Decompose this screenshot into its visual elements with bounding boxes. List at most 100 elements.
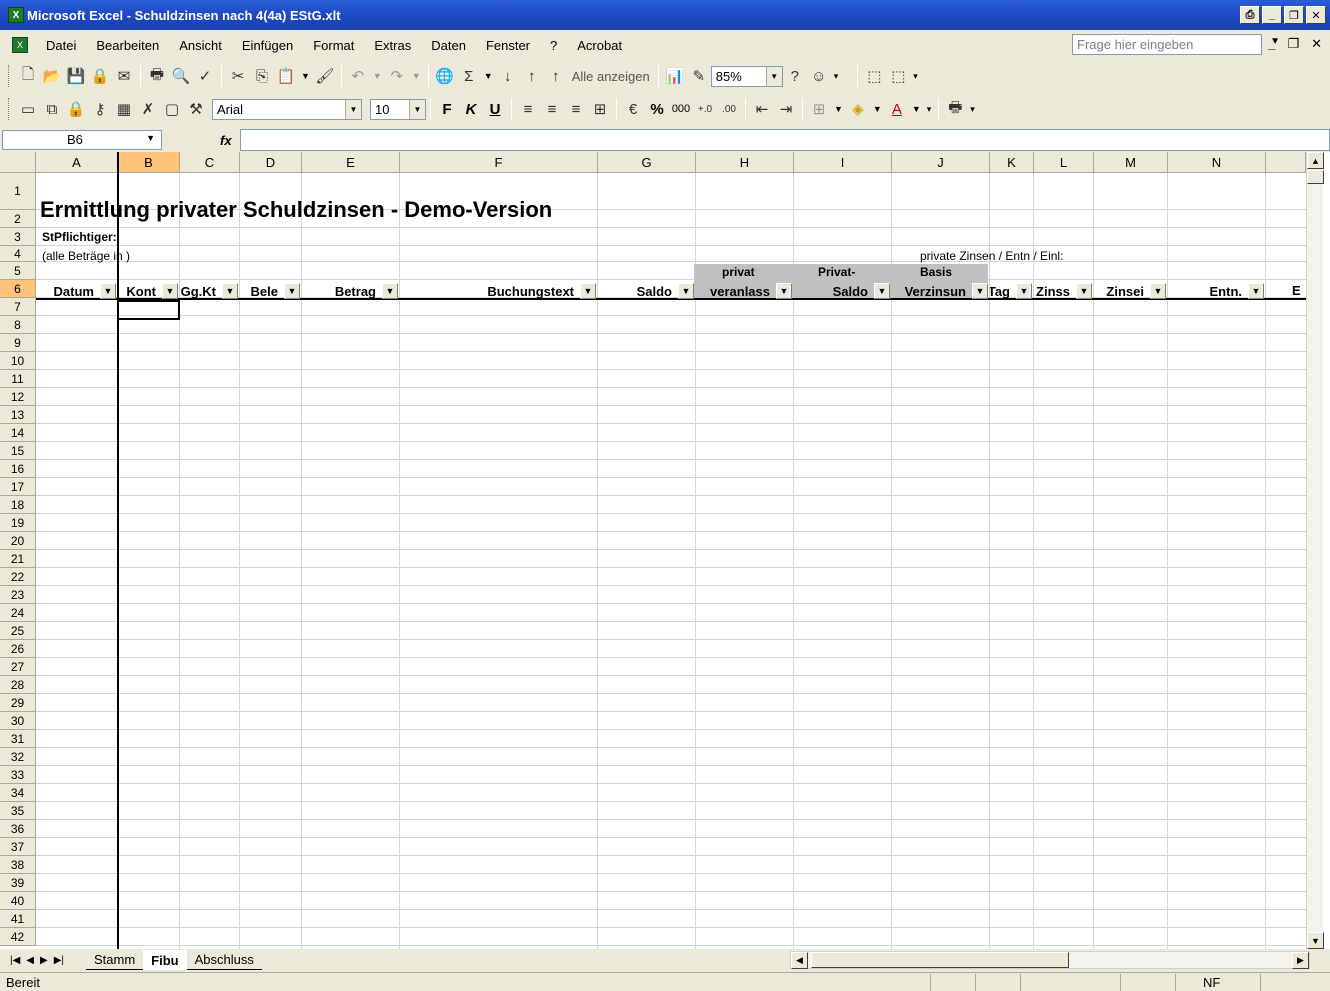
- save-icon[interactable]: 💾: [64, 64, 88, 88]
- row-header-19[interactable]: 19: [0, 514, 36, 532]
- row-header-3[interactable]: 3: [0, 228, 36, 246]
- cell-area[interactable]: Ermittlung privater Schuldzinsen - Demo-…: [36, 173, 1306, 949]
- new-icon[interactable]: 🗋: [16, 64, 40, 88]
- row-header-16[interactable]: 16: [0, 460, 36, 478]
- print-dropdown-icon[interactable]: ▾: [970, 104, 975, 115]
- form-icon[interactable]: ▭: [16, 97, 40, 121]
- tools-icon[interactable]: ⚒: [184, 97, 208, 121]
- italic-button[interactable]: K: [459, 97, 483, 121]
- row-header-26[interactable]: 26: [0, 640, 36, 658]
- drawing-icon[interactable]: ✎: [687, 64, 711, 88]
- autosum-icon[interactable]: Σ: [457, 64, 481, 88]
- scroll-right-icon[interactable]: ▶: [1292, 952, 1309, 969]
- fill-color-icon[interactable]: ◈: [846, 97, 870, 121]
- close-button[interactable]: ✕: [1306, 6, 1326, 24]
- align-right-icon[interactable]: ≡: [564, 97, 588, 121]
- underline-button[interactable]: U: [483, 97, 507, 121]
- hyperlink-icon[interactable]: 🌐: [433, 64, 457, 88]
- menu-help[interactable]: ?: [540, 38, 567, 53]
- autofilter-dropdown-icon[interactable]: ▼: [678, 283, 694, 299]
- fx-icon[interactable]: fx: [220, 133, 232, 148]
- cut-icon[interactable]: ✂: [226, 64, 250, 88]
- column-header-m[interactable]: M: [1094, 152, 1168, 173]
- sort-ascending-icon[interactable]: ↓: [496, 64, 520, 88]
- chevron-down-icon[interactable]: ▼: [146, 133, 155, 143]
- header-cell-overflow[interactable]: E: [1292, 283, 1301, 298]
- increase-decimal-icon[interactable]: +.0: [693, 97, 717, 121]
- name-box[interactable]: B6 ▼: [2, 130, 162, 150]
- row-header-4[interactable]: 4: [0, 246, 36, 262]
- row-header-13[interactable]: 13: [0, 406, 36, 424]
- undo-icon[interactable]: ↶: [346, 64, 370, 88]
- autofilter-dropdown-icon[interactable]: ▼: [100, 283, 116, 299]
- smiley-icon[interactable]: ☺: [807, 64, 831, 88]
- email-icon[interactable]: ✉: [112, 64, 136, 88]
- first-sheet-icon[interactable]: |◀: [10, 955, 20, 966]
- autofilter-dropdown-icon[interactable]: ▼: [776, 283, 792, 299]
- last-sheet-icon[interactable]: ▶|: [54, 955, 64, 966]
- redo-dropdown-icon[interactable]: ▼: [412, 71, 421, 81]
- row-header-9[interactable]: 9: [0, 334, 36, 352]
- row-header-23[interactable]: 23: [0, 586, 36, 604]
- row-header-7[interactable]: 7: [0, 298, 36, 316]
- borders-icon[interactable]: ⊞: [807, 97, 831, 121]
- tab-stamm[interactable]: Stamm: [86, 950, 144, 970]
- show-all-icon[interactable]: ↑: [544, 64, 568, 88]
- font-color-dropdown-icon[interactable]: ▼: [912, 104, 921, 114]
- row-header-42[interactable]: 42: [0, 928, 36, 946]
- align-center-icon[interactable]: ≡: [540, 97, 564, 121]
- format-painter-icon[interactable]: 🖌: [313, 64, 337, 88]
- row-header-40[interactable]: 40: [0, 892, 36, 910]
- merge-center-icon[interactable]: ⊞: [588, 97, 612, 121]
- copy-icon[interactable]: ⎘: [250, 64, 274, 88]
- formula-input[interactable]: [240, 129, 1330, 151]
- column-header-a[interactable]: A: [36, 152, 118, 173]
- row-header-10[interactable]: 10: [0, 352, 36, 370]
- align-left-icon[interactable]: ≡: [516, 97, 540, 121]
- spellcheck-icon[interactable]: ✓: [193, 64, 217, 88]
- help-icon[interactable]: ?: [783, 64, 807, 88]
- workbook-icon[interactable]: X: [12, 37, 28, 53]
- row-header-25[interactable]: 25: [0, 622, 36, 640]
- row-header-1[interactable]: 1: [0, 173, 36, 210]
- header-privat-saldo-top[interactable]: Privat-: [818, 265, 855, 279]
- bold-button[interactable]: F: [435, 97, 459, 121]
- horizontal-scroll-thumb[interactable]: [811, 952, 1069, 968]
- autofilter-dropdown-icon[interactable]: ▼: [1016, 283, 1032, 299]
- autofilter-dropdown-icon[interactable]: ▼: [382, 283, 398, 299]
- permission-icon[interactable]: 🔒: [88, 64, 112, 88]
- tab-fibu[interactable]: Fibu: [143, 950, 187, 970]
- undo-dropdown-icon[interactable]: ▼: [373, 71, 382, 81]
- header-privat[interactable]: privat: [722, 265, 755, 279]
- row-header-22[interactable]: 22: [0, 568, 36, 586]
- autosum-dropdown-icon[interactable]: ▼: [484, 71, 493, 81]
- autofilter-dropdown-icon[interactable]: ▼: [1076, 283, 1092, 299]
- row-header-27[interactable]: 27: [0, 658, 36, 676]
- menu-fenster[interactable]: Fenster: [476, 38, 540, 53]
- row-header-2[interactable]: 2: [0, 210, 36, 228]
- row-header-21[interactable]: 21: [0, 550, 36, 568]
- header-basis[interactable]: Basis: [920, 265, 952, 279]
- row-header-31[interactable]: 31: [0, 730, 36, 748]
- scroll-down-icon[interactable]: ▼: [1307, 932, 1324, 949]
- pdf-email-icon[interactable]: ⬚: [886, 64, 910, 88]
- active-cell[interactable]: [117, 300, 180, 320]
- options-dropdown-icon[interactable]: ▾: [834, 71, 839, 82]
- increase-indent-icon[interactable]: ⇥: [774, 97, 798, 121]
- font-select[interactable]: Arial ▼: [212, 98, 362, 120]
- menu-format[interactable]: Format: [303, 38, 364, 53]
- row-header-36[interactable]: 36: [0, 820, 36, 838]
- doc-restore-button[interactable]: ❐: [1287, 36, 1299, 52]
- header-cell-f[interactable]: Buchungstext: [400, 282, 598, 300]
- row-header-41[interactable]: 41: [0, 910, 36, 928]
- menu-ansicht[interactable]: Ansicht: [169, 38, 232, 53]
- chevron-down-icon[interactable]: ▼: [345, 99, 361, 119]
- toolbar-grip[interactable]: [8, 98, 12, 120]
- row-header-34[interactable]: 34: [0, 784, 36, 802]
- menu-einfuegen[interactable]: Einfügen: [232, 38, 303, 53]
- print-preview-icon[interactable]: 🔍: [169, 64, 193, 88]
- clear-icon[interactable]: ✗: [136, 97, 160, 121]
- column-header-n[interactable]: N: [1168, 152, 1266, 173]
- paste-dropdown-icon[interactable]: ▼: [301, 71, 310, 81]
- open-icon[interactable]: 📂: [40, 64, 64, 88]
